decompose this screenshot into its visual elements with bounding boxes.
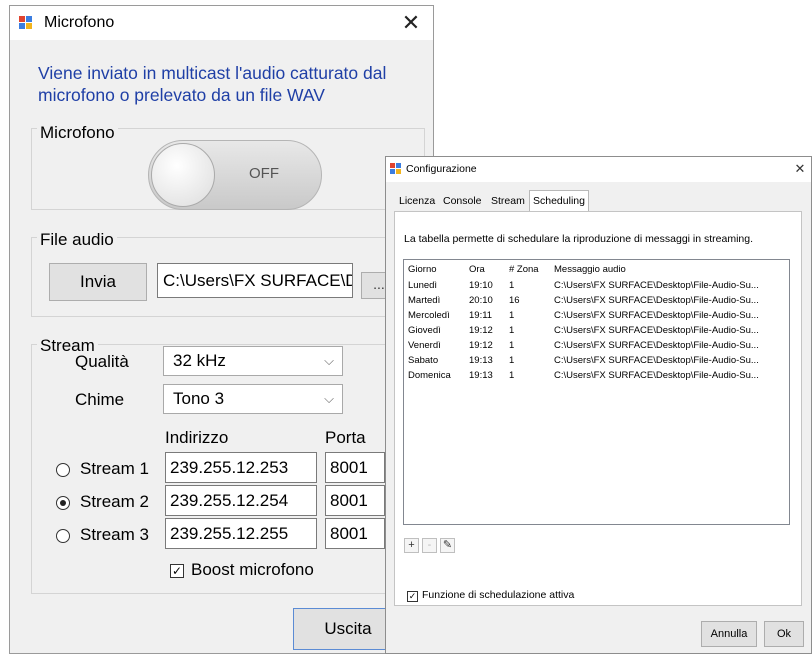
toggle-state-label: OFF <box>249 165 279 182</box>
column-header-giorno[interactable]: Giorno <box>408 263 437 277</box>
cell-zona: 1 <box>509 340 515 351</box>
chime-value: Tono 3 <box>173 389 225 408</box>
boost-label: Boost microfono <box>191 560 314 579</box>
toggle-knob <box>151 143 215 207</box>
cell-zona: 1 <box>509 355 515 366</box>
chevron-down-icon: ⌵ <box>324 391 334 406</box>
quality-select[interactable]: 32 kHz ⌵ <box>163 346 343 376</box>
file-audio-group-label: File audio <box>37 230 117 250</box>
cell-giorno: Domenica <box>408 370 451 381</box>
stream-3-radio[interactable] <box>56 529 70 543</box>
stream-1-address-input[interactable]: 239.255.12.253 <box>165 452 317 483</box>
configurazione-window: Configurazione ✕ Licenza Console Stream … <box>385 156 812 654</box>
cell-ora: 19:11 <box>469 310 493 321</box>
quality-value: 32 kHz <box>173 351 226 370</box>
schedule-active-checkbox[interactable]: ✓ <box>407 591 418 602</box>
cell-messaggio: C:\Users\FX SURFACE\Desktop\File-Audio-S… <box>554 325 759 336</box>
remove-button[interactable]: - <box>422 538 437 553</box>
close-icon[interactable]: ✕ <box>395 8 427 38</box>
cancel-button[interactable]: Annulla <box>701 621 757 647</box>
cell-ora: 19:13 <box>469 355 493 366</box>
file-path-input[interactable]: C:\Users\FX SURFACE\Desktop <box>157 263 353 298</box>
ok-button[interactable]: Ok <box>764 621 804 647</box>
microfono-window: Microfono ✕ Viene inviato in multicast l… <box>9 5 434 654</box>
cell-zona: 1 <box>509 280 515 291</box>
cell-zona: 1 <box>509 325 515 336</box>
cell-messaggio: C:\Users\FX SURFACE\Desktop\File-Audio-S… <box>554 280 759 291</box>
boost-checkbox[interactable]: ✓ <box>170 564 184 578</box>
cell-ora: 19:12 <box>469 340 493 351</box>
chime-select[interactable]: Tono 3 ⌵ <box>163 384 343 414</box>
cell-messaggio: C:\Users\FX SURFACE\Desktop\File-Audio-S… <box>554 370 759 381</box>
cell-ora: 19:13 <box>469 370 493 381</box>
stream-2-address-input[interactable]: 239.255.12.254 <box>165 485 317 516</box>
column-header-messaggio[interactable]: Messaggio audio <box>554 263 626 277</box>
microphone-toggle[interactable]: OFF <box>148 140 322 210</box>
stream-1-port-input[interactable]: 8001 <box>325 452 385 483</box>
tab-stream[interactable]: Stream <box>488 192 528 211</box>
cell-giorno: Venerdì <box>408 340 441 351</box>
tab-licenza[interactable]: Licenza <box>396 192 438 211</box>
description-text: Viene inviato in multicast l'audio cattu… <box>38 63 387 105</box>
quality-label: Qualità <box>75 352 129 371</box>
stream-2-label: Stream 2 <box>80 492 149 511</box>
schedule-table[interactable]: Giorno Ora # Zona Messaggio audio Lunedì… <box>403 259 790 525</box>
cell-messaggio: C:\Users\FX SURFACE\Desktop\File-Audio-S… <box>554 295 759 306</box>
cell-messaggio: C:\Users\FX SURFACE\Desktop\File-Audio-S… <box>554 340 759 351</box>
chime-label: Chime <box>75 390 125 409</box>
title-bar[interactable]: Configurazione ✕ <box>386 157 811 182</box>
cell-ora: 19:12 <box>469 325 493 336</box>
column-header-ora[interactable]: Ora <box>469 263 485 277</box>
stream-3-label: Stream 3 <box>80 525 149 544</box>
stream-2-port-input[interactable]: 8001 <box>325 485 385 516</box>
port-header: Porta <box>325 428 366 447</box>
stream-3-port-input[interactable]: 8001 <box>325 518 385 549</box>
tab-scheduling[interactable]: Scheduling <box>529 190 589 212</box>
scheduling-description: La tabella permette di schedulare la rip… <box>404 233 754 245</box>
cell-zona: 1 <box>509 370 515 381</box>
window-title: Microfono <box>44 14 115 31</box>
cell-zona: 16 <box>509 295 520 306</box>
send-button[interactable]: Invia <box>49 263 147 301</box>
title-bar[interactable]: Microfono ✕ <box>10 6 433 40</box>
edit-pencil-icon[interactable]: ✎ <box>440 538 455 553</box>
scheduling-tab-page: La tabella permette di schedulare la rip… <box>394 211 802 606</box>
close-icon[interactable]: ✕ <box>790 160 810 178</box>
microphone-group-label: Microfono <box>37 123 118 143</box>
add-button[interactable]: + <box>404 538 419 553</box>
column-header-zona[interactable]: # Zona <box>509 263 539 277</box>
stream-2-radio[interactable] <box>56 496 70 510</box>
address-header: Indirizzo <box>165 428 229 447</box>
app-icon <box>390 163 401 174</box>
cell-messaggio: C:\Users\FX SURFACE\Desktop\File-Audio-S… <box>554 310 759 321</box>
cell-messaggio: C:\Users\FX SURFACE\Desktop\File-Audio-S… <box>554 355 759 366</box>
cell-giorno: Mercoledì <box>408 310 450 321</box>
chevron-down-icon: ⌵ <box>324 353 334 368</box>
cell-giorno: Lunedì <box>408 280 438 291</box>
schedule-active-label: Funzione di schedulazione attiva <box>422 589 575 601</box>
cell-giorno: Giovedì <box>408 325 441 336</box>
cell-giorno: Martedì <box>408 295 441 306</box>
tab-console[interactable]: Console <box>440 192 485 211</box>
cell-zona: 1 <box>509 310 515 321</box>
stream-1-radio[interactable] <box>56 463 70 477</box>
cell-ora: 20:10 <box>469 295 493 306</box>
window-title: Configurazione <box>406 163 477 175</box>
cell-ora: 19:10 <box>469 280 493 291</box>
cell-giorno: Sabato <box>408 355 439 366</box>
app-icon <box>19 16 33 30</box>
stream-1-label: Stream 1 <box>80 459 149 478</box>
stream-3-address-input[interactable]: 239.255.12.255 <box>165 518 317 549</box>
